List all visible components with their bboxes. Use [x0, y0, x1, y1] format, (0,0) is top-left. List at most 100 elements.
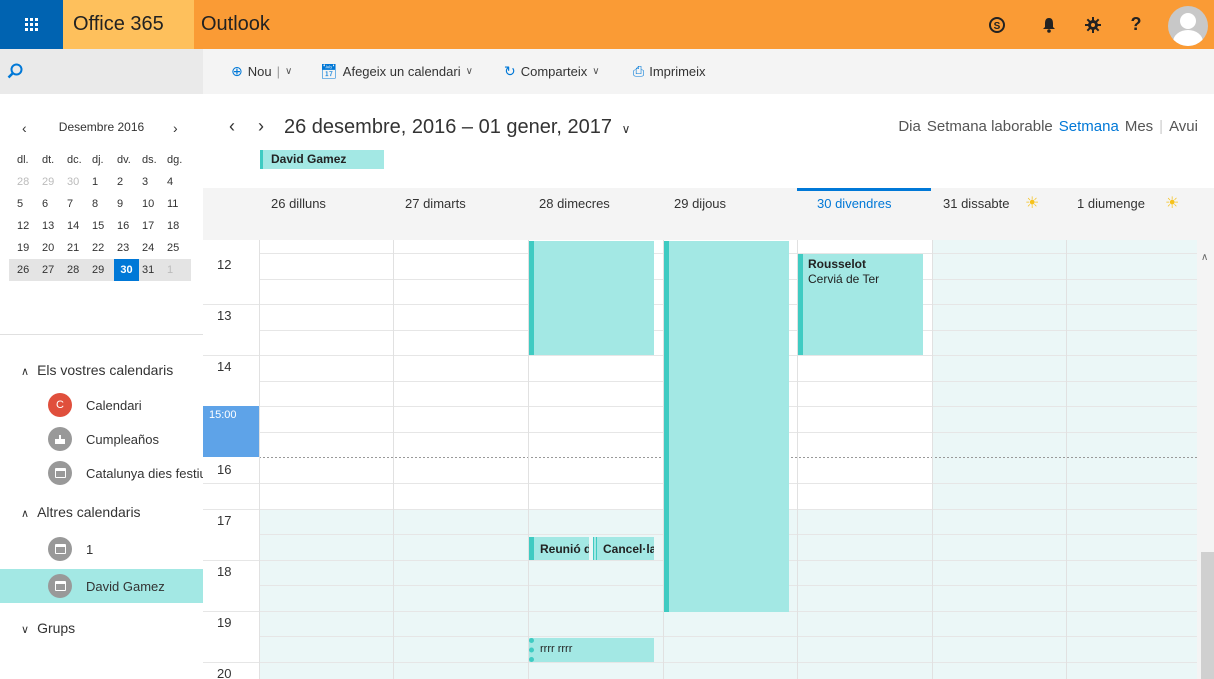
mini-calendar-day[interactable]: 9 — [114, 198, 139, 210]
print-button[interactable]: ⎙ Imprimeix — [633, 47, 706, 96]
event-block[interactable]: Cancel·la — [593, 537, 654, 560]
your-calendars-toggle[interactable]: ∧ Els vostres calendaris — [21, 362, 187, 378]
calendar-item-catalunya[interactable]: Catalunya dies festius — [0, 456, 203, 490]
calendar-item-label: Cumpleaños — [86, 431, 159, 447]
mini-calendar-day[interactable]: 15 — [89, 220, 114, 232]
mini-calendar-day[interactable]: 11 — [164, 198, 189, 210]
view-workweek-button[interactable]: Setmana laborable — [927, 118, 1053, 135]
hour-label: 16 — [217, 462, 232, 477]
mini-calendar-day[interactable]: 22 — [89, 242, 114, 254]
day-header-sunday[interactable]: 1 diumenge — [1077, 188, 1145, 240]
mini-calendar-day[interactable]: 28 — [64, 264, 89, 276]
weekday-label: ds. — [142, 154, 157, 166]
mini-calendar-next-button[interactable]: › — [173, 120, 178, 136]
mini-calendar-day[interactable]: 31 — [139, 264, 164, 276]
mini-calendar-selected-week: 26 27 28 29 30 31 1 — [9, 259, 191, 281]
calendar-item-1[interactable]: 1 — [0, 532, 203, 566]
day-header-wednesday[interactable]: 28 dimecres — [539, 188, 610, 240]
person-calendar-chip[interactable]: David Gamez — [260, 150, 384, 169]
add-calendar-button[interactable]: 📅︎ Afegeix un calendari ∨ — [320, 47, 473, 96]
weekday-label: dc. — [67, 154, 82, 166]
chevron-down-icon: ∨ — [21, 624, 30, 636]
mini-calendar-day[interactable]: 18 — [164, 220, 189, 232]
mini-calendar-day[interactable]: 27 — [39, 264, 64, 276]
mini-calendar-day[interactable]: 4 — [164, 176, 189, 188]
help-button[interactable]: ? — [1118, 0, 1154, 49]
calendar-header: ‹ › 26 desembre, 2016 – 01 gener, 2017 ∨… — [203, 94, 1214, 188]
view-month-button[interactable]: Mes — [1125, 118, 1153, 135]
previous-week-button[interactable]: ‹ — [229, 116, 235, 137]
chevron-down-icon: ∨ — [621, 122, 631, 136]
mini-calendar-day[interactable]: 1 — [89, 176, 114, 188]
mini-calendar-today[interactable]: 30 — [114, 259, 139, 281]
user-avatar[interactable] — [1168, 6, 1208, 46]
other-calendars-toggle[interactable]: ∧ Altres calendaris — [21, 504, 141, 520]
mini-calendar-day[interactable]: 28 — [14, 176, 39, 188]
event-block[interactable] — [529, 241, 654, 355]
new-button[interactable]: ⊕ Nou | ∨ — [231, 47, 292, 96]
view-week-button[interactable]: Setmana — [1059, 118, 1119, 135]
app-launcher-button[interactable] — [0, 0, 63, 49]
calendar-item-calendari[interactable]: C Calendari — [0, 388, 203, 422]
date-range-title[interactable]: 26 desembre, 2016 – 01 gener, 2017 ∨ — [284, 116, 630, 139]
office-365-brand[interactable]: Office 365 — [63, 0, 194, 49]
mini-calendar-day[interactable]: 19 — [14, 242, 39, 254]
mini-calendar-day[interactable]: 30 — [64, 176, 89, 188]
mini-calendar-day[interactable]: 12 — [14, 220, 39, 232]
mini-calendar-day[interactable]: 25 — [164, 242, 189, 254]
share-button[interactable]: ↻ Comparteix ∨ — [504, 47, 600, 96]
skype-button[interactable]: S — [979, 0, 1015, 49]
groups-toggle[interactable]: ∨ Grups — [21, 620, 75, 636]
view-day-button[interactable]: Dia — [898, 118, 921, 135]
calendar-item-cumpleanos[interactable]: Cumpleaños — [0, 422, 203, 456]
top-bar: Office 365 Outlook S ? — [0, 0, 1214, 49]
event-block[interactable] — [664, 241, 789, 612]
scroll-up-arrow-icon[interactable]: ∧ — [1201, 252, 1208, 263]
scrollbar-thumb[interactable] — [1201, 552, 1214, 679]
mini-calendar-day[interactable]: 24 — [139, 242, 164, 254]
weekday-label: dv. — [117, 154, 131, 166]
mini-calendar-day[interactable]: 10 — [139, 198, 164, 210]
mini-calendar-day[interactable]: 2 — [114, 176, 139, 188]
calendar-item-label: Calendari — [86, 397, 142, 413]
day-header-thursday[interactable]: 29 dijous — [674, 188, 726, 240]
your-calendars-heading: Els vostres calendaris — [37, 362, 174, 378]
mini-calendar-day[interactable]: 21 — [64, 242, 89, 254]
mini-calendar-day[interactable]: 29 — [89, 264, 114, 276]
day-header-saturday[interactable]: 31 dissabte — [943, 188, 1010, 240]
mini-calendar-day[interactable]: 23 — [114, 242, 139, 254]
mini-calendar-day[interactable]: 3 — [139, 176, 164, 188]
chevron-up-icon: ∧ — [21, 508, 30, 520]
mini-calendar-day[interactable]: 14 — [64, 220, 89, 232]
day-header-monday[interactable]: 26 dilluns — [271, 188, 326, 240]
mini-calendar-day[interactable]: 29 — [39, 176, 64, 188]
today-button[interactable]: Avui — [1169, 118, 1198, 135]
day-header-tuesday[interactable]: 27 dimarts — [405, 188, 466, 240]
mini-calendar-day[interactable]: 17 — [139, 220, 164, 232]
event-block[interactable]: rrrr rrrr — [529, 638, 654, 662]
mini-calendar-day[interactable]: 20 — [39, 242, 64, 254]
mini-calendar-day[interactable]: 26 — [14, 264, 39, 276]
mini-calendar-day[interactable]: 13 — [39, 220, 64, 232]
event-block[interactable]: Reunió d — [529, 537, 589, 560]
mini-calendar-day[interactable]: 1 — [164, 264, 189, 276]
hour-label: 19 — [217, 615, 232, 630]
mini-calendar-day[interactable]: 7 — [64, 198, 89, 210]
settings-button[interactable] — [1075, 0, 1111, 49]
calendar-item-david-gamez[interactable]: David Gamez — [0, 569, 203, 603]
day-header-friday[interactable]: 30 divendres — [797, 188, 931, 240]
mini-calendar-day[interactable]: 16 — [114, 220, 139, 232]
chevron-down-icon[interactable]: ∨ — [285, 66, 292, 77]
search-icon[interactable] — [7, 63, 23, 79]
week-grid[interactable]: 12 13 14 15:00 16 17 18 19 20 Rousselot … — [203, 240, 1197, 679]
event-block[interactable]: Rousselot Cerviá de Ter — [798, 254, 923, 355]
mini-calendar-day[interactable]: 5 — [14, 198, 39, 210]
search-area[interactable] — [0, 49, 203, 94]
chevron-down-icon: ∨ — [465, 66, 473, 77]
mini-calendar-day[interactable]: 8 — [89, 198, 114, 210]
event-location: Cerviá de Ter — [808, 272, 880, 286]
next-week-button[interactable]: › — [258, 116, 264, 137]
notifications-button[interactable] — [1031, 0, 1067, 49]
mini-calendar-week: 12 13 14 15 16 17 18 — [14, 215, 194, 237]
mini-calendar-day[interactable]: 6 — [39, 198, 64, 210]
